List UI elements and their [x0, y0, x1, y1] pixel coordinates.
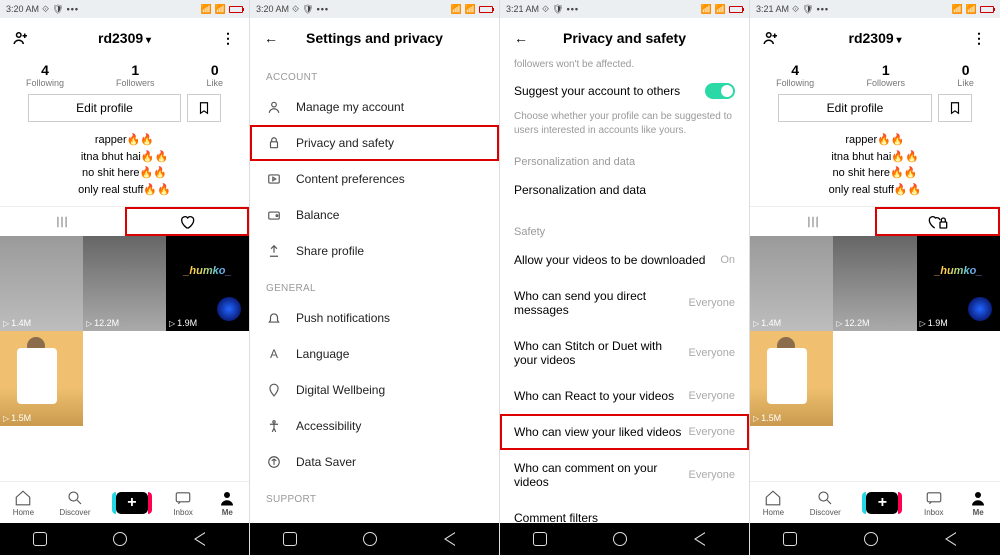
- page-title: Privacy and safety: [532, 30, 717, 46]
- row-download[interactable]: Allow your videos to be downloadedOn: [500, 242, 749, 278]
- back-button[interactable]: [694, 532, 716, 546]
- status-bar: 3:20 AM⟐🛡••• 📶📶: [0, 0, 249, 18]
- nav-me[interactable]: Me: [969, 489, 987, 517]
- row-share-profile[interactable]: Share profile: [250, 233, 499, 269]
- row-suggest[interactable]: Suggest your account to others: [500, 72, 749, 110]
- video-thumb[interactable]: _humko_1.9M: [917, 236, 1000, 331]
- back-icon[interactable]: ←: [510, 27, 532, 49]
- row-pers[interactable]: Personalization and data: [500, 172, 749, 208]
- row-liked-visibility[interactable]: Who can view your liked videosEveryone: [500, 414, 749, 450]
- android-nav: [0, 523, 249, 555]
- android-nav: [250, 523, 499, 555]
- video-thumb[interactable]: 1.4M: [0, 236, 83, 331]
- home-button[interactable]: [113, 532, 127, 546]
- bookmark-button[interactable]: [187, 94, 221, 122]
- screen-privacy: 3:21 AM⟐🛡••• 📶📶 ← Privacy and safety fol…: [500, 0, 750, 555]
- tab-grid[interactable]: [750, 207, 875, 236]
- row-privacy-safety[interactable]: Privacy and safety: [250, 125, 499, 161]
- more-icon[interactable]: ⋮: [968, 27, 990, 49]
- stat-followers[interactable]: 1Followers: [867, 62, 906, 88]
- desc-text: followers won't be affected.: [500, 58, 749, 72]
- status-bar: 3:21 AM⟐🛡••• 📶📶: [750, 0, 1000, 18]
- row-balance[interactable]: Balance: [250, 197, 499, 233]
- row-datasaver[interactable]: Data Saver: [250, 444, 499, 480]
- video-thumb[interactable]: 1.5M: [0, 331, 83, 426]
- video-thumb[interactable]: 12.2M: [833, 236, 916, 331]
- screen-profile-1: 3:20 AM⟐🛡••• 📶📶 rd2309 ▾ ⋮ 4Following 1F…: [0, 0, 250, 555]
- row-content-pref[interactable]: Content preferences: [250, 161, 499, 197]
- nav-inbox[interactable]: Inbox: [924, 489, 944, 517]
- nav-me[interactable]: Me: [218, 489, 236, 517]
- stat-like[interactable]: 0Like: [206, 62, 223, 88]
- bio: rapper🔥🔥 itna bhut hai🔥🔥 no shit here🔥🔥 …: [750, 130, 1000, 206]
- nav-discover[interactable]: Discover: [810, 489, 841, 517]
- row-push[interactable]: Push notifications: [250, 300, 499, 336]
- bio: rapper🔥🔥 itna bhut hai🔥🔥 no shit here🔥🔥 …: [0, 130, 249, 206]
- stat-following[interactable]: 4Following: [26, 62, 64, 88]
- section-account: ACCOUNT: [250, 58, 499, 89]
- tab-liked-locked[interactable]: [875, 207, 1000, 236]
- bookmark-button[interactable]: [938, 94, 972, 122]
- nav-home[interactable]: Home: [763, 489, 784, 517]
- row-manage-account[interactable]: Manage my account: [250, 89, 499, 125]
- video-grid: 1.4M 12.2M _humko_1.9M 1.5M: [750, 236, 1000, 426]
- edit-profile-button[interactable]: Edit profile: [28, 94, 181, 122]
- nav-inbox[interactable]: Inbox: [173, 489, 193, 517]
- nav-discover[interactable]: Discover: [59, 489, 90, 517]
- row-react[interactable]: Who can React to your videosEveryone: [500, 378, 749, 414]
- recent-apps-button[interactable]: [283, 532, 297, 546]
- video-thumb[interactable]: 1.4M: [750, 236, 833, 331]
- stat-following[interactable]: 4Following: [776, 62, 814, 88]
- add-friend-icon[interactable]: [760, 27, 782, 49]
- back-icon[interactable]: ←: [260, 27, 282, 49]
- section-pers: Personalization and data: [500, 138, 749, 172]
- android-nav: [500, 523, 749, 555]
- tab-grid[interactable]: [0, 207, 125, 236]
- row-dm[interactable]: Who can send you direct messagesEveryone: [500, 278, 749, 328]
- more-icon[interactable]: ⋮: [217, 27, 239, 49]
- video-grid: 1.4M 12.2M _humko_1.9M 1.5M: [0, 236, 249, 426]
- edit-profile-button[interactable]: Edit profile: [778, 94, 932, 122]
- recent-apps-button[interactable]: [533, 532, 547, 546]
- stat-like[interactable]: 0Like: [957, 62, 974, 88]
- home-button[interactable]: [363, 532, 377, 546]
- tab-liked[interactable]: [125, 207, 250, 236]
- username-title[interactable]: rd2309 ▾: [782, 30, 968, 46]
- recent-apps-button[interactable]: [783, 532, 797, 546]
- row-comment[interactable]: Who can comment on your videosEveryone: [500, 450, 749, 500]
- nav-create[interactable]: +: [116, 492, 148, 514]
- section-general: GENERAL: [250, 269, 499, 300]
- android-nav: [750, 523, 1000, 555]
- row-duet[interactable]: Who can Stitch or Duet with your videosE…: [500, 328, 749, 378]
- back-button[interactable]: [194, 532, 216, 546]
- screen-profile-2: 3:21 AM⟐🛡••• 📶📶 rd2309 ▾ ⋮ 4Following 1F…: [750, 0, 1000, 555]
- section-safety: Safety: [500, 208, 749, 242]
- row-accessibility[interactable]: Accessibility: [250, 408, 499, 444]
- video-thumb[interactable]: 12.2M: [83, 236, 166, 331]
- row-filters[interactable]: Comment filters: [500, 500, 749, 523]
- page-title: Settings and privacy: [282, 30, 467, 46]
- home-button[interactable]: [864, 532, 878, 546]
- status-bar: 3:21 AM⟐🛡••• 📶📶: [500, 0, 749, 18]
- video-thumb[interactable]: _humko_1.9M: [166, 236, 249, 331]
- username-title[interactable]: rd2309 ▾: [32, 30, 217, 46]
- row-wellbeing[interactable]: Digital Wellbeing: [250, 372, 499, 408]
- suggest-toggle[interactable]: [705, 83, 735, 99]
- row-language[interactable]: ALanguage: [250, 336, 499, 372]
- stat-followers[interactable]: 1Followers: [116, 62, 155, 88]
- recent-apps-button[interactable]: [33, 532, 47, 546]
- screen-settings: 3:20 AM⟐🛡••• 📶📶 ← Settings and privacy A…: [250, 0, 500, 555]
- back-button[interactable]: [444, 532, 466, 546]
- status-bar: 3:20 AM⟐🛡••• 📶📶: [250, 0, 499, 18]
- home-button[interactable]: [613, 532, 627, 546]
- nav-home[interactable]: Home: [13, 489, 34, 517]
- section-support: SUPPORT: [250, 480, 499, 511]
- suggest-desc: Choose whether your profile can be sugge…: [500, 110, 749, 138]
- video-thumb[interactable]: 1.5M: [750, 331, 833, 426]
- nav-create[interactable]: +: [866, 492, 898, 514]
- add-friend-icon[interactable]: [10, 27, 32, 49]
- back-button[interactable]: [945, 532, 967, 546]
